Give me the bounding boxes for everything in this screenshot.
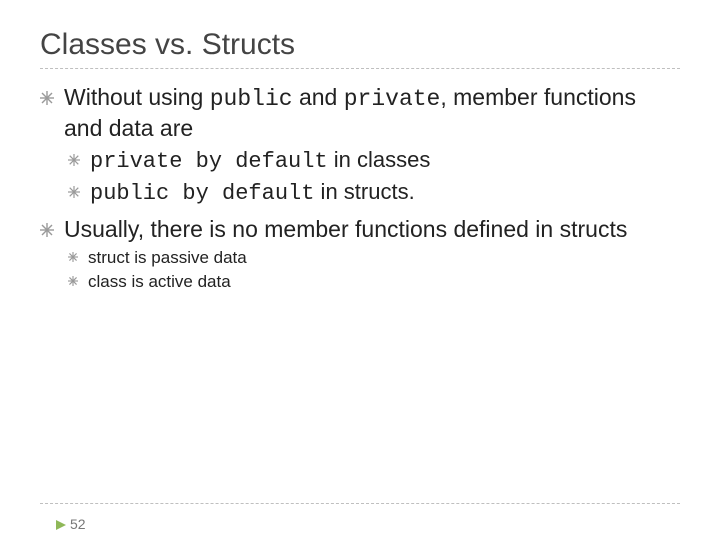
burst-icon — [40, 83, 54, 144]
bullet-1b: public by default in structs. — [68, 178, 680, 209]
bullet-1: Without using public and private, member… — [40, 83, 680, 144]
bullet-1a: private by default in classes — [68, 146, 680, 177]
bullet-2-text: Usually, there is no member functions de… — [64, 215, 627, 244]
title-divider — [40, 68, 680, 69]
slide-title: Classes vs. Structs — [40, 28, 680, 62]
bullet-1a-text: private by default in classes — [90, 146, 430, 177]
bullet-2a: struct is passive data — [68, 247, 680, 270]
footer-divider — [40, 503, 680, 504]
slide: Classes vs. Structs Without using public… — [0, 0, 720, 540]
bullet-2: Usually, there is no member functions de… — [40, 215, 680, 244]
bullet-2b: class is active data — [68, 271, 680, 294]
burst-icon — [68, 271, 78, 294]
bullet-2b-text: class is active data — [88, 271, 231, 294]
bullet-1-text: Without using public and private, member… — [64, 83, 680, 144]
burst-icon — [40, 215, 54, 244]
burst-icon — [68, 247, 78, 270]
burst-icon — [68, 146, 80, 177]
bullet-2a-text: struct is passive data — [88, 247, 247, 270]
bullet-1b-text: public by default in structs. — [90, 178, 415, 209]
burst-icon — [68, 178, 80, 209]
page-number: 52 — [56, 516, 86, 532]
